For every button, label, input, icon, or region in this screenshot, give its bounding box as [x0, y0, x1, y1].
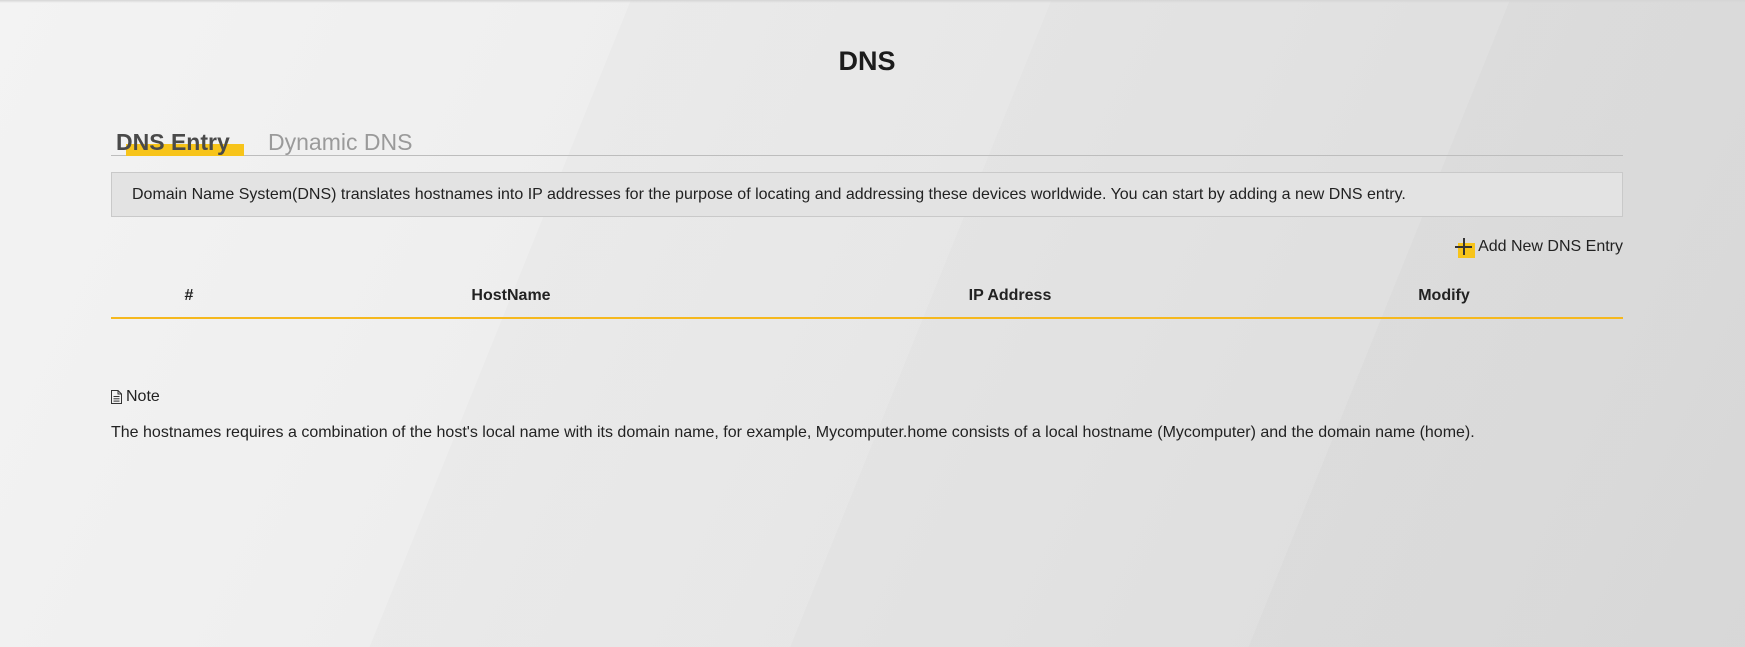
page-title: DNS	[838, 46, 896, 76]
info-box: Domain Name System(DNS) translates hostn…	[111, 172, 1623, 217]
add-dns-entry-label: Add New DNS Entry	[1478, 238, 1623, 255]
add-dns-entry-button[interactable]: Add New DNS Entry	[1455, 236, 1623, 258]
note-heading: Note	[111, 388, 160, 406]
tab-dynamic-dns[interactable]: Dynamic DNS	[268, 129, 412, 156]
tab-dns-entry[interactable]: DNS Entry	[116, 129, 244, 156]
plus-icon	[1455, 236, 1476, 258]
tab-bar: DNS Entry Dynamic DNS	[111, 125, 1623, 156]
column-header-hostname: HostName	[471, 287, 551, 304]
column-header-modify: Modify	[1418, 287, 1470, 304]
dns-table-header: # HostName IP Address Modify	[111, 280, 1623, 319]
note-text: The hostnames requires a combination of …	[111, 424, 1475, 441]
note-title: Note	[126, 388, 160, 405]
column-header-index: #	[184, 287, 194, 304]
header-shadow	[0, 0, 1745, 3]
tab-dns-entry-label: DNS Entry	[116, 129, 230, 155]
page-background	[0, 0, 1745, 647]
document-icon	[111, 390, 122, 404]
column-header-ip-address: IP Address	[968, 287, 1052, 304]
